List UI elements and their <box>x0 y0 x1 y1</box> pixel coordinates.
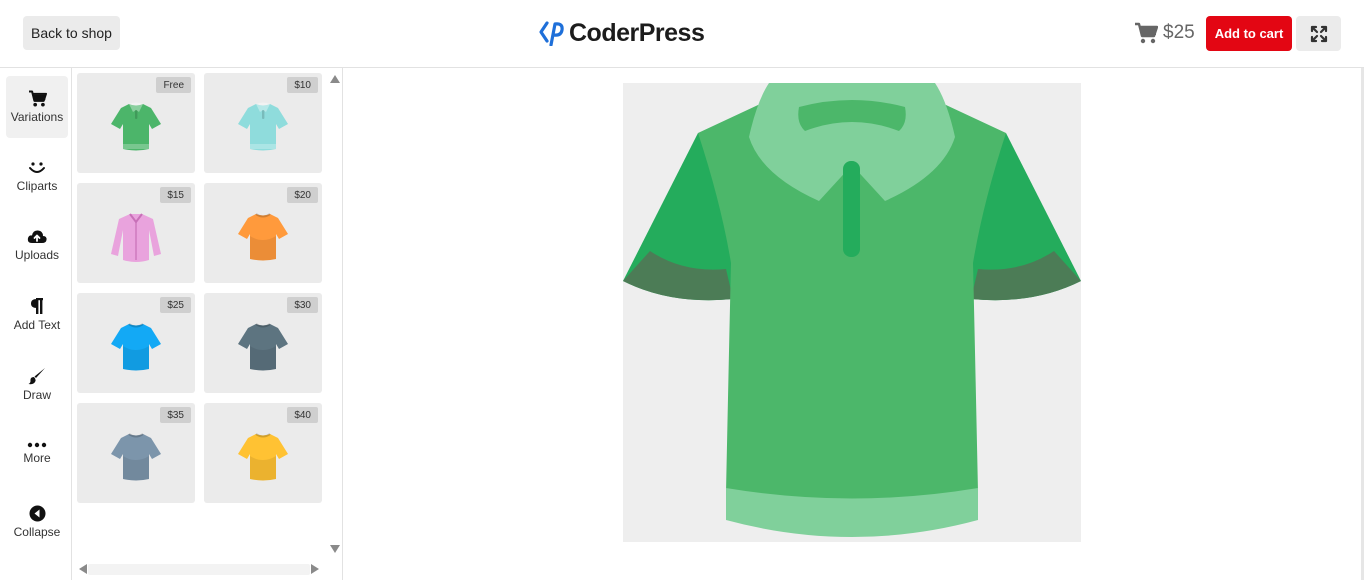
t-shirt-thumbnail <box>204 311 322 383</box>
variation-card[interactable]: Free <box>77 73 195 173</box>
polo-shirt-preview <box>623 83 1081 537</box>
tool-label: Draw <box>22 387 51 402</box>
t-shirt-thumbnail <box>204 201 322 273</box>
scroll-up-arrow-icon[interactable] <box>330 75 340 83</box>
t-shirt-thumbnail <box>204 421 322 493</box>
variation-card[interactable]: $10 <box>204 73 322 173</box>
tool-more[interactable]: More <box>6 422 68 484</box>
tool-label: Variations <box>10 110 64 124</box>
t-shirt-thumbnail <box>77 311 195 383</box>
tool-draw[interactable]: Draw <box>6 353 68 415</box>
tool-collapse[interactable]: Collapse <box>6 491 68 553</box>
top-bar: Back to shop CoderPress $25 Add to cart <box>0 0 1364 68</box>
add-to-cart-button[interactable]: Add to cart <box>1206 16 1292 51</box>
scroll-right-arrow-icon[interactable] <box>311 564 319 574</box>
t-shirt-thumbnail <box>77 421 195 493</box>
scroll-down-arrow-icon[interactable] <box>330 545 340 553</box>
cart-total[interactable]: $25 <box>1134 18 1195 48</box>
vertical-scrollbar[interactable] <box>326 68 343 560</box>
variation-card[interactable]: $15 <box>77 183 195 283</box>
fullscreen-icon <box>1310 25 1327 42</box>
variation-card[interactable]: $35 <box>77 403 195 503</box>
placket <box>843 161 860 257</box>
ellipsis-icon <box>27 442 47 447</box>
design-canvas[interactable] <box>623 83 1081 542</box>
polo-shirt-thumbnail <box>204 91 322 163</box>
variations-panel: Free $10 $15 $20 $25 $30 $35 $40 <box>72 68 343 580</box>
brush-icon <box>28 367 45 384</box>
tool-label: Cliparts <box>16 178 58 193</box>
fullscreen-button[interactable] <box>1296 16 1341 51</box>
cart-icon <box>1135 22 1158 44</box>
smile-icon <box>29 161 45 173</box>
tool-uploads[interactable]: Uploads <box>6 214 68 276</box>
variation-card[interactable]: $20 <box>204 183 322 283</box>
scroll-thumb[interactable] <box>88 564 310 575</box>
button-shirt-thumbnail <box>77 201 195 273</box>
cloud-upload-icon <box>27 229 47 243</box>
tools-sidebar: Variations Cliparts Uploads Add Text Dra… <box>0 68 72 580</box>
tool-add-text[interactable]: Add Text <box>6 283 68 345</box>
logo: CoderPress <box>538 18 705 48</box>
variation-card[interactable]: $30 <box>204 293 322 393</box>
pilcrow-icon <box>31 297 43 314</box>
cart-total-price: $25 <box>1163 22 1195 43</box>
coderpress-logo-icon <box>539 21 564 46</box>
tool-label: Add Text <box>13 317 61 332</box>
back-to-shop-button[interactable]: Back to shop <box>23 16 120 50</box>
tool-label: Uploads <box>14 247 60 262</box>
variation-card[interactable]: $40 <box>204 403 322 503</box>
collapse-icon <box>29 505 45 522</box>
logo-text: CoderPress <box>569 18 705 47</box>
cart-icon <box>28 90 47 107</box>
tool-label: Collapse <box>13 525 61 539</box>
tool-variations[interactable]: Variations <box>6 76 68 138</box>
polo-shirt-thumbnail <box>77 91 195 163</box>
tool-cliparts[interactable]: Cliparts <box>6 145 68 207</box>
scroll-left-arrow-icon[interactable] <box>79 564 87 574</box>
horizontal-scrollbar[interactable] <box>72 560 326 580</box>
variation-card[interactable]: $25 <box>77 293 195 393</box>
tool-label: More <box>23 450 51 465</box>
